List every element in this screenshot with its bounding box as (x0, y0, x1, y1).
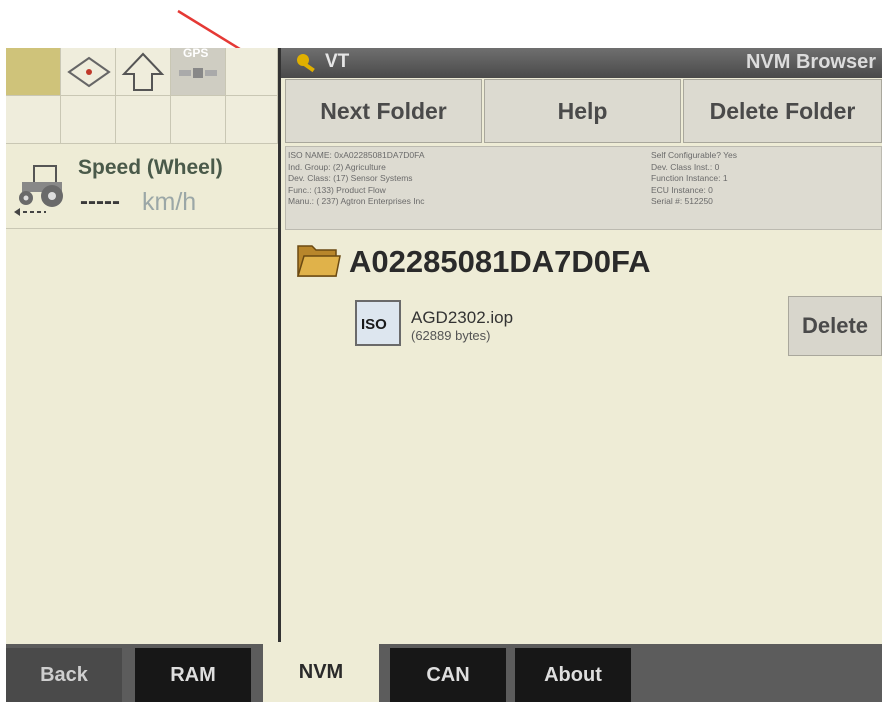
speed-unit: km/h (142, 188, 197, 216)
status-cell-empty-5[interactable] (171, 96, 226, 144)
iso-info-panel: ISO NAME: 0xA02285081DA7D0FA Ind. Group:… (285, 146, 882, 230)
up-arrow-icon (121, 52, 165, 91)
title-vt: VT (325, 51, 350, 72)
file-size: (62889 bytes) (411, 328, 491, 343)
status-grid: GPS (6, 48, 278, 144)
info-self-configurable: Self Configurable? Yes (651, 150, 738, 160)
vt-screen: GPS Speed (Wheel) ----- km/h VT NVM Brow… (6, 48, 882, 702)
iso-icon-label: ISO (361, 316, 387, 333)
status-cell-warning[interactable] (6, 48, 61, 96)
status-cell-implement[interactable] (61, 48, 116, 96)
panel-divider (278, 48, 281, 644)
info-serial: Serial #: 512250 (651, 196, 713, 206)
file-name[interactable]: AGD2302.iop (411, 308, 513, 328)
delete-file-button[interactable]: Delete (788, 296, 882, 356)
status-cell-empty-3[interactable] (61, 96, 116, 144)
speed-label: Speed (Wheel) (78, 156, 223, 179)
tab-nvm[interactable]: NVM (263, 642, 379, 702)
bottom-tab-bar: Back RAM NVM CAN About (6, 642, 882, 702)
status-cell-up[interactable] (116, 48, 171, 96)
info-function: Func.: (133) Product Flow (288, 184, 386, 195)
status-cell-empty-2[interactable] (6, 96, 61, 144)
gps-label: GPS (183, 48, 209, 60)
status-cell-empty-4[interactable] (116, 96, 171, 144)
info-ecu-instance: ECU Instance: 0 (651, 184, 713, 195)
info-iso-name: ISO NAME: 0xA02285081DA7D0FA (288, 150, 425, 160)
delete-folder-button[interactable]: Delete Folder (683, 79, 882, 143)
key-icon (297, 54, 315, 73)
speed-value: ----- (80, 188, 120, 215)
info-manufacturer: Manu.: ( 237) Agtron Enterprises Inc (288, 196, 425, 206)
implement-icon (67, 56, 111, 88)
info-right-column: Self Configurable? Yes Dev. Class Inst.:… (651, 150, 737, 208)
title-bar: VT NVM Browser (281, 48, 882, 78)
tab-can[interactable]: CAN (390, 648, 506, 702)
info-dev-class-inst: Dev. Class Inst.: 0 (651, 161, 720, 172)
tractor-icon (14, 165, 63, 216)
info-function-instance: Function Instance: 1 (651, 173, 728, 183)
status-cell-empty-1[interactable] (226, 48, 278, 96)
next-folder-button[interactable]: Next Folder (285, 79, 482, 143)
speed-readout[interactable]: Speed (Wheel) ----- km/h (6, 146, 278, 229)
info-device-class: Dev. Class: (17) Sensor Systems (288, 173, 413, 183)
title-nvm-browser: NVM Browser (745, 51, 876, 73)
status-cell-gps[interactable]: GPS (171, 48, 226, 96)
iso-file-icon[interactable]: ISO (355, 300, 401, 346)
info-left-column: ISO NAME: 0xA02285081DA7D0FA Ind. Group:… (288, 150, 425, 208)
tab-about[interactable]: About (515, 648, 631, 702)
folder-name: A02285081DA7D0FA (349, 244, 651, 279)
status-cell-empty-6[interactable] (226, 96, 278, 144)
help-button[interactable]: Help (484, 79, 681, 143)
tab-back[interactable]: Back (6, 648, 122, 702)
info-industry-group: Ind. Group: (2) Agriculture (288, 161, 386, 172)
folder-icon[interactable] (296, 238, 341, 282)
tab-ram[interactable]: RAM (135, 648, 251, 702)
